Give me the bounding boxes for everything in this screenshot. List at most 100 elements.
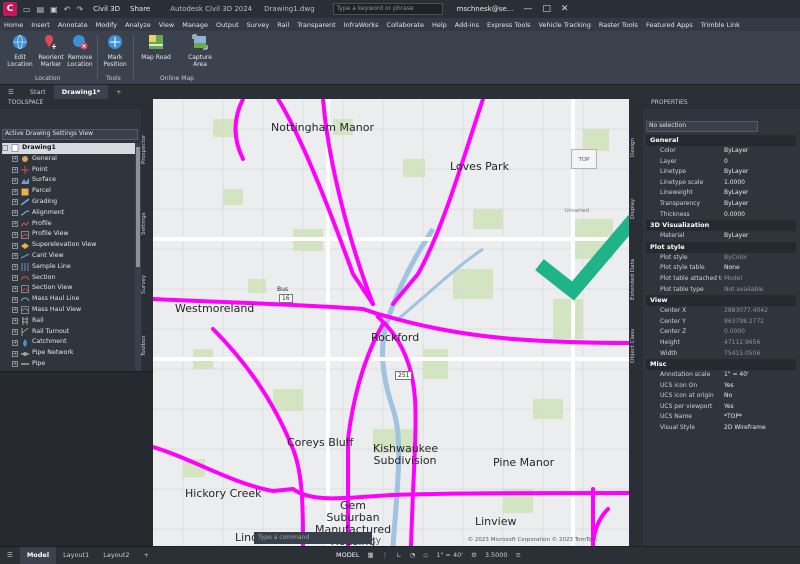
tree-item-point[interactable]: + Point [2, 165, 138, 176]
menu-insert[interactable]: Insert [31, 21, 50, 29]
prop-value[interactable]: ByLayer [722, 167, 796, 178]
expand-icon[interactable]: + [12, 210, 18, 217]
tree-item-parcel[interactable]: + Parcel [2, 186, 138, 197]
tab-object-class[interactable]: Object Class [630, 324, 642, 368]
capture-area-button[interactable]: Capture Area [184, 34, 216, 68]
section-misc[interactable]: Misc [646, 359, 796, 371]
tab-extended-data[interactable]: Extended Data [630, 254, 642, 304]
section-3d-visualization[interactable]: 3D Visualization [646, 220, 796, 232]
prop-value[interactable]: 0 [722, 157, 796, 168]
menu-trimble-link[interactable]: Trimble Link [701, 21, 740, 29]
ortho-icon[interactable]: ∟ [396, 551, 401, 559]
menu-view[interactable]: View [159, 21, 174, 29]
menu-help[interactable]: Help [432, 21, 447, 29]
menu-rail[interactable]: Rail [277, 21, 289, 29]
expand-icon[interactable]: + [12, 339, 18, 346]
prop-value[interactable]: ByLayer [722, 146, 796, 157]
expand-icon[interactable]: + [12, 156, 18, 163]
save-icon[interactable]: ▣ [50, 5, 58, 14]
prop-value[interactable]: ByLayer [722, 199, 796, 210]
prop-row[interactable]: Lineweight ByLayer [646, 188, 796, 199]
tree-item-mass-haul-line[interactable]: + Mass Haul Line [2, 294, 138, 305]
customize-icon[interactable]: ≡ [516, 551, 521, 559]
expand-icon[interactable]: + [12, 264, 18, 271]
undo-icon[interactable]: ↶ [64, 5, 71, 14]
tab-drawing1[interactable]: Drawing1* [53, 85, 109, 99]
tree-item-pipe-network[interactable]: + Pipe Network [2, 348, 138, 359]
tree-item-rail[interactable]: + Rail [2, 316, 138, 327]
section-view[interactable]: View [646, 295, 796, 307]
menu-annotate[interactable]: Annotate [58, 21, 88, 29]
menu-transparent[interactable]: Transparent [297, 21, 335, 29]
annotation-scale[interactable]: 1" = 40' [436, 551, 463, 559]
osnap-icon[interactable]: ◇ [423, 551, 428, 559]
prop-row[interactable]: UCS per viewport Yes [646, 402, 796, 413]
menu-icon[interactable]: ☰ [0, 547, 20, 564]
prop-row[interactable]: Height 47112.9656 [646, 338, 796, 349]
menu-add-ins[interactable]: Add-ins [455, 21, 479, 29]
tab-settings[interactable]: Settings [141, 204, 153, 244]
prop-value[interactable]: Yes [722, 402, 796, 413]
prop-row[interactable]: Plot style table None [646, 263, 796, 274]
prop-row[interactable]: Annotation scale 1" = 40' [646, 370, 796, 381]
expand-icon[interactable]: + [12, 328, 18, 335]
toolspace-view-select[interactable]: Active Drawing Settings View [2, 129, 138, 140]
tab-layout2[interactable]: Layout2 [96, 547, 136, 564]
prop-value[interactable]: 0.0000 [722, 210, 796, 221]
tree-item-rail-turnout[interactable]: + Rail Turnout [2, 327, 138, 338]
expand-icon[interactable]: + [12, 231, 18, 238]
snap-icon[interactable]: ⋮ [382, 551, 389, 559]
prop-row[interactable]: Center Z 0.0000 [646, 327, 796, 338]
tree-item-surface[interactable]: + Surface [2, 175, 138, 186]
tree-item-cant-view[interactable]: + Cant View [2, 251, 138, 262]
map-road-button[interactable]: Map Road [140, 34, 172, 61]
scroll-thumb[interactable] [136, 147, 140, 267]
prop-value[interactable]: No [722, 391, 796, 402]
prop-row[interactable]: Width 75415.0506 [646, 349, 796, 360]
tab-prospector[interactable]: Prospector [141, 129, 153, 169]
menu-express-tools[interactable]: Express Tools [487, 21, 530, 29]
expand-icon[interactable]: + [12, 166, 18, 173]
expand-icon[interactable]: + [12, 177, 18, 184]
tab-survey[interactable]: Survey [141, 269, 153, 299]
expand-icon[interactable]: + [12, 307, 18, 314]
menu-raster-tools[interactable]: Raster Tools [599, 21, 638, 29]
expand-icon[interactable]: + [12, 253, 18, 260]
minimize-icon[interactable]: — [523, 4, 532, 14]
maximize-icon[interactable]: □ [542, 4, 551, 14]
menu-survey[interactable]: Survey [247, 21, 270, 29]
tree-item-superelevation-view[interactable]: + Superelevation View [2, 240, 138, 251]
section-general[interactable]: General [646, 135, 796, 146]
tab-display[interactable]: Display [630, 194, 642, 224]
tree-root[interactable]: − Drawing1 [2, 143, 138, 154]
search-input[interactable]: Type a keyword or phrase [332, 3, 443, 15]
prop-row[interactable]: Material ByLayer [646, 231, 796, 242]
tree-item-alignment[interactable]: + Alignment [2, 208, 138, 219]
tab-model[interactable]: Model [19, 546, 57, 564]
prop-row[interactable]: Plot table type Not available [646, 285, 796, 296]
tab-layout1[interactable]: Layout1 [56, 547, 96, 564]
prop-value[interactable]: None [722, 263, 796, 274]
selection-dropdown[interactable]: No selection [646, 121, 758, 132]
prop-row[interactable]: Visual Style 2D Wireframe [646, 423, 796, 434]
tree-item-mass-haul-view[interactable]: + Mass Haul View [2, 305, 138, 316]
new-layout-icon[interactable]: + [137, 547, 156, 564]
menu-modify[interactable]: Modify [96, 21, 118, 29]
expand-icon[interactable]: + [12, 274, 18, 281]
edit-location-button[interactable]: Edit Location [6, 34, 34, 68]
redo-icon[interactable]: ↷ [76, 5, 83, 14]
expand-icon[interactable]: + [12, 361, 18, 368]
app-logo[interactable]: C [3, 2, 17, 16]
menu-home[interactable]: Home [4, 21, 23, 29]
expand-icon[interactable]: + [12, 188, 18, 195]
menu-analyze[interactable]: Analyze [125, 21, 151, 29]
polar-icon[interactable]: ◔ [410, 551, 416, 559]
mark-position-button[interactable]: Mark Position [101, 34, 129, 68]
tree-item-pipe[interactable]: + Pipe [2, 359, 138, 370]
expand-icon[interactable]: + [12, 350, 18, 357]
model-space-button[interactable]: MODEL [336, 551, 359, 559]
tree-item-profile-view[interactable]: + Profile View [2, 229, 138, 240]
prop-row[interactable]: Thickness 0.0000 [646, 210, 796, 221]
tree-item-grading[interactable]: + Grading [2, 197, 138, 208]
expand-icon[interactable]: + [12, 296, 18, 303]
